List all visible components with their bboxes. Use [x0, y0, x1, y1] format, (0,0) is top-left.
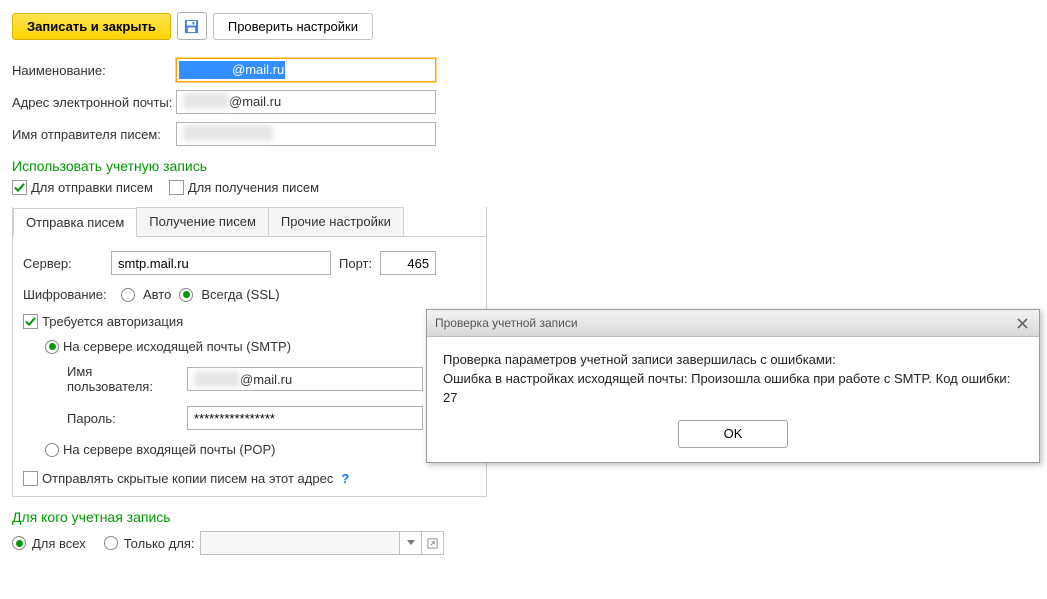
- encryption-label: Шифрование:: [23, 287, 113, 302]
- auth-smtp-row: На сервере исходящей почты (SMTP): [45, 339, 476, 354]
- scope-dropdown-open[interactable]: [422, 531, 444, 555]
- check-icon: [14, 182, 25, 193]
- name-row: Наименование: @mail.ru: [12, 58, 1035, 82]
- redacted-text: [179, 61, 231, 79]
- scope-only-label: Только для:: [124, 536, 195, 551]
- dialog-footer: OK: [427, 420, 1039, 462]
- chevron-down-icon: [407, 540, 415, 546]
- bcc-checkbox[interactable]: [23, 471, 38, 486]
- scope-dropdown-toggle[interactable]: [400, 531, 422, 555]
- scope-dropdown-input[interactable]: [200, 531, 400, 555]
- check-account-dialog: Проверка учетной записи Проверка парамет…: [426, 309, 1040, 463]
- redacted-text: xxxxxxxx: [183, 125, 273, 141]
- scope-dropdown: [200, 531, 444, 555]
- sender-input[interactable]: xxxxxxxx: [176, 122, 436, 146]
- scope-title: Для кого учетная запись: [12, 509, 1035, 525]
- scope-all-radio[interactable]: [12, 536, 26, 550]
- open-icon: [427, 538, 438, 549]
- dialog-line2: Ошибка в настройках исходящей почты: Про…: [443, 370, 1023, 408]
- send-checkbox-label: Для отправки писем: [31, 180, 153, 195]
- redacted-text: xxxx: [194, 371, 240, 387]
- tab-receive[interactable]: Получение писем: [136, 207, 269, 236]
- server-input[interactable]: [111, 251, 331, 275]
- auth-pop-label: На сервере входящей почты (POP): [63, 442, 276, 457]
- pass-label: Пароль:: [67, 411, 179, 426]
- sender-label: Имя отправителя писем:: [12, 127, 176, 142]
- auth-required-row: Требуется авторизация: [23, 314, 476, 329]
- tabs-header: Отправка писем Получение писем Прочие на…: [13, 207, 486, 237]
- pass-input[interactable]: [187, 406, 423, 430]
- dialog-title-text: Проверка учетной записи: [435, 316, 578, 330]
- auth-smtp-radio[interactable]: [45, 340, 59, 354]
- port-input[interactable]: [380, 251, 436, 275]
- send-checkbox[interactable]: [12, 180, 27, 195]
- save-button[interactable]: [177, 12, 207, 40]
- encryption-row: Шифрование: Авто Всегда (SSL): [23, 287, 476, 302]
- floppy-icon: [184, 19, 199, 34]
- receive-checkbox-label: Для получения писем: [188, 180, 319, 195]
- dialog-line1: Проверка параметров учетной записи завер…: [443, 351, 1023, 370]
- scope-row: Для всех Только для:: [12, 531, 1035, 555]
- sender-row: Имя отправителя писем: xxxxxxxx: [12, 122, 1035, 146]
- user-label: Имя пользователя:: [67, 364, 179, 394]
- toolbar: Записать и закрыть Проверить настройки: [12, 12, 1035, 40]
- auth-smtp-label: На сервере исходящей почты (SMTP): [63, 339, 291, 354]
- bcc-label: Отправлять скрытые копии писем на этот а…: [42, 471, 333, 486]
- email-row: Адрес электронной почты: xxxx @mail.ru: [12, 90, 1035, 114]
- bcc-row: Отправлять скрытые копии писем на этот а…: [23, 471, 476, 486]
- redacted-text: xxxx: [183, 93, 229, 109]
- ok-button[interactable]: OK: [678, 420, 788, 448]
- close-icon: [1017, 318, 1028, 329]
- encryption-ssl-radio[interactable]: [179, 288, 193, 302]
- auth-pop-row: На сервере входящей почты (POP): [45, 442, 476, 457]
- encryption-auto-label: Авто: [143, 287, 171, 302]
- tab-other[interactable]: Прочие настройки: [268, 207, 404, 236]
- auth-required-checkbox[interactable]: [23, 314, 38, 329]
- dialog-close-button[interactable]: [1013, 315, 1031, 331]
- server-label: Сервер:: [23, 256, 103, 271]
- server-row: Сервер: Порт:: [23, 251, 476, 275]
- dialog-body: Проверка параметров учетной записи завер…: [427, 337, 1039, 420]
- tabs-container: Отправка писем Получение писем Прочие на…: [12, 207, 487, 497]
- user-value-suffix: @mail.ru: [240, 372, 292, 387]
- auth-pop-radio[interactable]: [45, 443, 59, 457]
- email-label: Адрес электронной почты:: [12, 95, 176, 110]
- check-icon: [25, 316, 36, 327]
- encryption-auto-radio[interactable]: [121, 288, 135, 302]
- email-value-suffix: @mail.ru: [229, 94, 281, 109]
- user-row: Имя пользователя: xxxx @mail.ru: [67, 364, 476, 394]
- email-input[interactable]: xxxx @mail.ru: [176, 90, 436, 114]
- encryption-ssl-label: Всегда (SSL): [201, 287, 279, 302]
- auth-required-label: Требуется авторизация: [42, 314, 183, 329]
- scope-only-radio[interactable]: [104, 536, 118, 550]
- name-label: Наименование:: [12, 63, 176, 78]
- scope-all-label: Для всех: [32, 536, 86, 551]
- help-icon[interactable]: ?: [341, 471, 349, 486]
- use-account-title: Использовать учетную запись: [12, 158, 1035, 174]
- user-input[interactable]: xxxx @mail.ru: [187, 367, 423, 391]
- port-label: Порт:: [339, 256, 372, 271]
- pass-row: Пароль:: [67, 406, 476, 430]
- save-close-button[interactable]: Записать и закрыть: [12, 13, 171, 40]
- name-input[interactable]: @mail.ru: [176, 58, 436, 82]
- dialog-titlebar[interactable]: Проверка учетной записи: [427, 310, 1039, 337]
- receive-checkbox[interactable]: [169, 180, 184, 195]
- use-account-row: Для отправки писем Для получения писем: [12, 180, 1035, 195]
- tab-send[interactable]: Отправка писем: [13, 208, 137, 237]
- check-settings-button[interactable]: Проверить настройки: [213, 13, 373, 40]
- tab-body: Сервер: Порт: Шифрование: Авто Всегда (S…: [13, 237, 486, 496]
- name-value-suffix: @mail.ru: [231, 61, 285, 79]
